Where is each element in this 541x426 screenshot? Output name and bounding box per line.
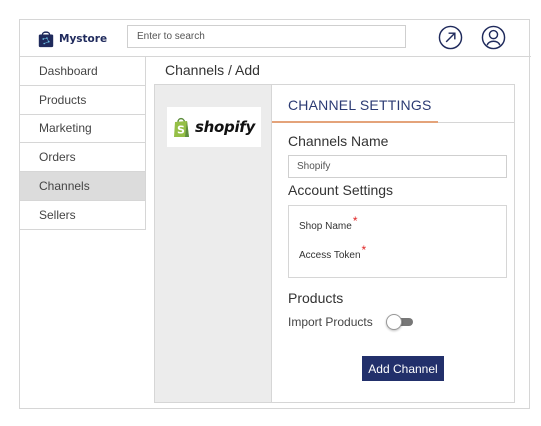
import-products-label: Import Products [288,315,373,329]
external-link-icon[interactable] [438,25,463,50]
user-profile-icon[interactable] [481,25,506,50]
app-frame: Mystore Dashboard Products Marketing Ord… [19,19,531,409]
channel-panel: S shopify CHANNEL SETTINGS Channels Name… [154,84,515,403]
shop-name-label: Shop Name [299,221,352,232]
channels-name-label: Channels Name [288,133,389,149]
sidebar-item-marketing[interactable]: Marketing [20,115,145,144]
channel-list-column: S shopify [155,85,272,402]
required-marker: * [352,214,358,228]
shopify-bag-icon: S [174,117,189,137]
tab-channel-settings[interactable]: CHANNEL SETTINGS [288,97,431,113]
sidebar-item-sellers[interactable]: Sellers [20,201,145,230]
shopping-bag-icon [38,31,54,48]
breadcrumb: Channels / Add [165,62,260,78]
access-token-label: Access Token [299,250,361,261]
sidebar-item-orders[interactable]: Orders [20,143,145,173]
access-token-field[interactable]: Access Token* [299,243,366,261]
channels-name-input[interactable] [288,155,507,178]
toggle-knob [386,314,402,330]
shop-name-field[interactable]: Shop Name* [299,214,357,232]
account-settings-box: Shop Name* Access Token* [288,205,507,278]
shopify-logo-text: shopify [195,118,255,136]
brand-name: Mystore [59,33,108,45]
products-heading: Products [288,290,344,306]
svg-text:S: S [177,124,185,137]
sidebar-item-products[interactable]: Products [20,86,145,115]
search-input[interactable] [127,25,406,48]
add-channel-button[interactable]: Add Channel [362,356,444,381]
required-marker: * [361,243,367,257]
brand-logo[interactable]: Mystore [37,27,127,51]
channel-card-shopify[interactable]: S shopify [167,107,261,147]
tab-active-indicator [272,121,438,123]
sidebar-item-dashboard[interactable]: Dashboard [20,57,145,86]
import-products-toggle[interactable] [386,314,414,330]
tab-divider [438,122,514,123]
sidebar: Dashboard Products Marketing Orders Chan… [20,57,146,230]
sidebar-item-channels[interactable]: Channels [20,172,145,201]
account-settings-heading: Account Settings [288,182,394,198]
